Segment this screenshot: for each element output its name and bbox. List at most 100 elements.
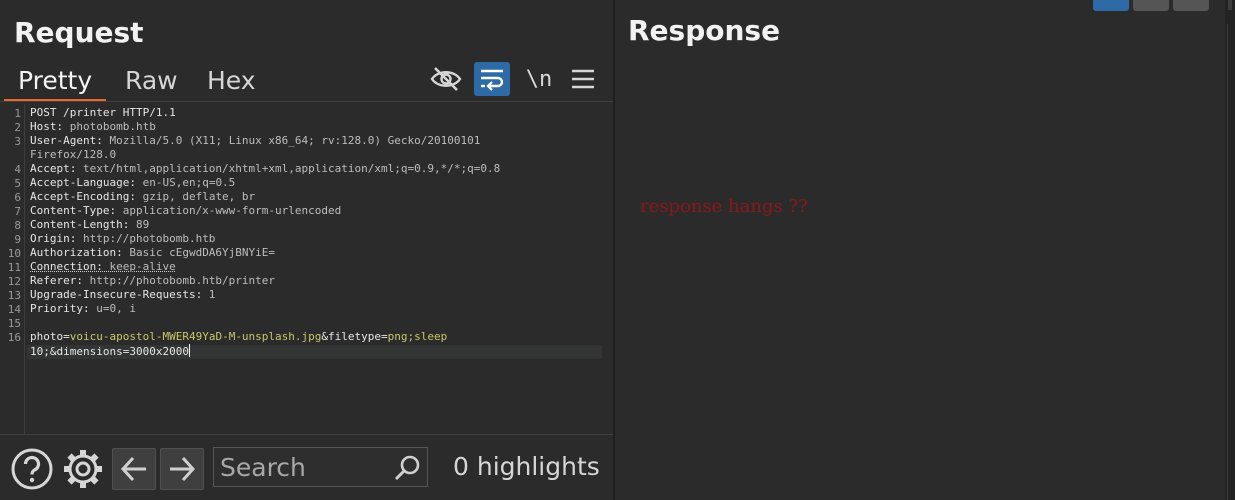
eye-slash-icon[interactable] — [428, 62, 464, 96]
code-line: Accept: text/html,application/xhtml+xml,… — [30, 162, 500, 176]
bottom-divider — [0, 434, 613, 435]
line-number: 6 — [14, 191, 21, 204]
newline-toggle[interactable]: \n — [521, 62, 557, 96]
header-name: Content-Type: — [30, 204, 117, 217]
code-line: Connection: keep-alive — [30, 260, 176, 274]
header-value: 89 — [129, 218, 150, 231]
line-number: 14 — [7, 303, 21, 316]
header-value: Mozilla/5.0 (X11; Linux x86_64; rv:128.0… — [102, 134, 481, 147]
header-name: Accept-Encoding: — [30, 190, 136, 203]
tab-raw[interactable]: Raw — [111, 62, 192, 100]
line-number: 5 — [14, 177, 21, 190]
code-line: User-Agent: Mozilla/5.0 (X11; Linux x86_… — [30, 134, 480, 148]
line-number: 3 — [14, 135, 21, 148]
param-name: = — [381, 330, 388, 343]
layout-side-by-side-button[interactable] — [1093, 0, 1129, 11]
edge-marker — [1228, 0, 1232, 10]
code-line: Content-Length: 89 — [30, 218, 149, 232]
request-pane: Request Pretty Raw Hex \n 1 2 3 4 5 6 7 8 9 10 11 1… — [0, 0, 613, 500]
code-line: Accept-Language: en-US,en;q=0.5 — [30, 176, 235, 190]
header-value: en-US,en;q=0.5 — [135, 176, 236, 189]
header-value: text/html,application/xhtml+xml,applicat… — [76, 162, 501, 175]
header-value: keep-alive — [102, 260, 176, 273]
header-value: http://photobomb.htb — [76, 232, 216, 245]
arrow-right-icon[interactable] — [160, 448, 204, 490]
code-line: Content-Type: application/x-www-form-url… — [30, 204, 341, 218]
line-number: 2 — [14, 121, 21, 134]
header-name: Authorization: — [30, 246, 123, 259]
header-value: application/x-www-form-urlencoded — [116, 204, 342, 217]
highlights-count: 0 highlights — [453, 452, 600, 481]
line-number: 1 — [14, 107, 21, 120]
code-line: Referer: http://photobomb.htb/printer — [30, 274, 275, 288]
word-wrap-icon[interactable] — [474, 62, 510, 96]
tabs-divider — [0, 101, 613, 102]
edge-line — [1227, 24, 1228, 500]
header-name: Host: — [30, 120, 64, 133]
response-pane: Response response hangs ?? — [615, 0, 1225, 500]
search-toolbar: 0 highlights — [0, 436, 613, 500]
line-number: 16 — [7, 331, 21, 344]
header-name: Connection: — [30, 260, 103, 273]
header-value: Basic cEgwdDA6YjBNYiE= — [122, 246, 276, 259]
code-line: POST /printer HTTP/1.1 — [30, 106, 176, 120]
code-line: Accept-Encoding: gzip, deflate, br — [30, 190, 255, 204]
code-line: Host: photobomb.htb — [30, 120, 156, 134]
line-number: 9 — [14, 233, 21, 246]
request-title: Request — [14, 16, 144, 49]
param-name: filetype — [328, 330, 382, 343]
tab-hex[interactable]: Hex — [193, 62, 270, 100]
search-box — [213, 447, 428, 487]
header-name: Content-Length: — [30, 218, 130, 231]
layout-tabs-button[interactable] — [1173, 0, 1209, 11]
header-name: Referer: — [30, 274, 83, 287]
search-icon[interactable] — [393, 454, 421, 486]
line-number: 13 — [7, 289, 21, 302]
param-value: png;sleep — [387, 330, 448, 343]
header-value: Firefox/128.0 — [30, 148, 117, 161]
header-name: Priority: — [30, 302, 90, 315]
code-line: Authorization: Basic cEgwdDA6YjBNYiE= — [30, 246, 275, 260]
body-continuation-text: 10;&dimensions=3000x2000 — [30, 345, 189, 358]
line-number-gutter: 1 2 3 4 5 6 7 8 9 10 11 12 13 14 15 16 — [0, 104, 25, 434]
header-value: http://photobomb.htb/printer — [82, 274, 276, 287]
response-title: Response — [628, 14, 781, 47]
header-value: 1 — [202, 288, 216, 301]
line-number: 10 — [7, 247, 21, 260]
line-number: 8 — [14, 219, 21, 232]
param-name: photo — [30, 330, 64, 343]
line-number: 11 — [7, 261, 21, 274]
hamburger-menu-icon[interactable] — [565, 62, 601, 96]
right-edge-strip — [1225, 0, 1235, 500]
header-name: Upgrade-Insecure-Requests: — [30, 288, 203, 301]
help-circle-icon[interactable] — [10, 447, 54, 491]
code-line: Upgrade-Insecure-Requests: 1 — [30, 288, 215, 302]
response-note: response hangs ?? — [640, 196, 808, 217]
line-number: 15 — [7, 317, 21, 330]
arrow-left-icon[interactable] — [112, 448, 156, 490]
line-number: 4 — [14, 163, 21, 176]
tab-pretty[interactable]: Pretty — [4, 62, 107, 102]
line-number: 7 — [14, 205, 21, 218]
request-editor[interactable]: 1 2 3 4 5 6 7 8 9 10 11 12 13 14 15 16 POST /printer HT… — [0, 104, 613, 434]
body-line-continuation: 10;&dimensions=3000x2000 — [30, 344, 190, 358]
layout-stacked-button[interactable] — [1133, 0, 1169, 11]
header-name: Origin: — [30, 232, 77, 245]
header-name: User-Agent: — [30, 134, 103, 147]
search-input[interactable] — [220, 452, 390, 482]
code-line: Priority: u=0, i — [30, 302, 136, 316]
body-line: photo=voicu-apostol-MWER49YaD-M-unsplash… — [30, 330, 447, 344]
header-name: POST /printer HTTP/1.1 — [30, 106, 176, 119]
param-name: = — [63, 330, 70, 343]
line-number: 12 — [7, 275, 21, 288]
header-value: gzip, deflate, br — [135, 190, 256, 203]
param-value: voicu-apostol-MWER49YaD-M-unsplash.jpg — [69, 330, 322, 343]
code-line: Firefox/128.0 — [30, 148, 116, 162]
text-cursor — [188, 344, 190, 357]
header-name: Accept-Language: — [30, 176, 136, 189]
header-name: Accept: — [30, 162, 77, 175]
gear-icon[interactable] — [60, 447, 106, 491]
code-line: Origin: http://photobomb.htb — [30, 232, 215, 246]
newline-label: \n — [525, 66, 553, 92]
header-value: photobomb.htb — [63, 120, 156, 133]
